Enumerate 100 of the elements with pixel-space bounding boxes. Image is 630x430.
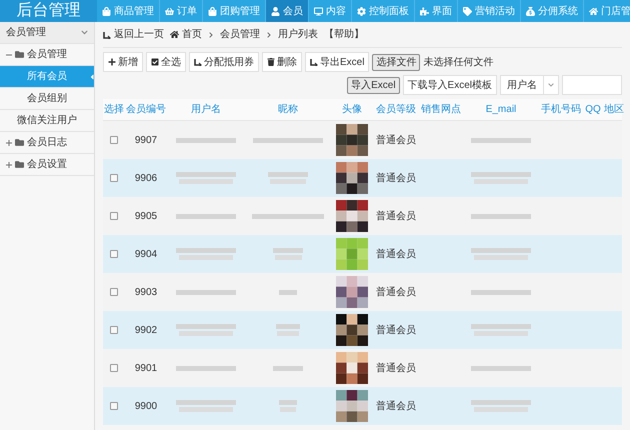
template-download-button[interactable]: 下载导入Excel模板 <box>402 75 497 95</box>
sidebar-item[interactable]: 会员组别 <box>0 88 94 110</box>
folder-icon <box>15 50 24 59</box>
column-header: 销售网点 <box>420 102 462 117</box>
settings-icon <box>357 6 366 16</box>
table-cell-text: 9900 <box>134 400 158 414</box>
column-header: 选择 <box>103 102 125 117</box>
chevron-down-icon <box>81 29 88 36</box>
row-checkbox[interactable] <box>110 174 118 182</box>
blurred-text <box>253 138 323 142</box>
row-checkbox[interactable] <box>110 288 118 296</box>
blurred-text <box>279 400 297 412</box>
bag-icon <box>102 6 111 16</box>
table-cell-text: 普通会员 <box>375 400 417 414</box>
toolbar-button[interactable]: 删除 <box>262 52 302 72</box>
breadcrumb-link[interactable]: 会员管理 <box>220 27 260 42</box>
table-cell-text: 9903 <box>134 286 158 300</box>
chevron-right-icon <box>208 32 214 38</box>
blurred-text <box>176 214 236 218</box>
corner-arrow-icon <box>103 30 111 38</box>
blurred-text <box>273 248 303 260</box>
tree-item[interactable]: 会员设置 <box>0 154 94 176</box>
help-link[interactable]: 【帮助】 <box>324 27 364 42</box>
basket-icon <box>165 6 174 16</box>
import-button[interactable]: 导入Excel <box>347 76 400 94</box>
blurred-text <box>471 290 531 294</box>
table-cell-text: 普通会员 <box>375 324 417 338</box>
row-checkbox[interactable] <box>110 402 118 410</box>
blurred-text <box>471 172 531 184</box>
breadcrumb-link[interactable]: 用户列表 <box>278 27 318 42</box>
monitor-icon <box>314 6 323 16</box>
chevron-down-icon <box>548 82 554 88</box>
toolbar-button[interactable]: 分配抵用券 <box>189 52 259 72</box>
table-cell-text: 9905 <box>134 210 158 224</box>
sidebar-item[interactable]: 微信关注用户 <box>0 110 94 132</box>
blurred-text <box>471 400 531 412</box>
blurred-text <box>176 400 236 412</box>
toolbar-button[interactable]: 导出Excel <box>305 52 370 72</box>
search-select[interactable]: 用户名 <box>500 75 559 95</box>
column-header: 用户名 <box>190 102 222 117</box>
toolbar-button[interactable]: 全选 <box>146 52 186 72</box>
blurred-text <box>276 324 300 336</box>
blurred-text <box>471 214 531 218</box>
sidebar-header: 会员管理 <box>6 26 46 40</box>
plus-icon <box>6 140 12 146</box>
blurred-text <box>273 366 303 370</box>
column-header: 昵称 <box>277 103 299 117</box>
back-link[interactable]: 返回上一页 <box>103 27 164 42</box>
minus-icon <box>6 52 12 58</box>
row-checkbox[interactable] <box>110 326 118 334</box>
folder-icon <box>15 160 24 169</box>
table-cell-text: 普通会员 <box>375 362 417 376</box>
money-bag-icon <box>526 6 535 16</box>
bag-icon <box>208 6 217 16</box>
search-field[interactable] <box>562 75 622 95</box>
blurred-text <box>279 290 297 294</box>
blurred-text <box>471 138 531 142</box>
plus-icon <box>108 58 116 66</box>
table-cell-text: 9906 <box>134 172 158 186</box>
column-header: 地区 <box>603 102 625 117</box>
plus-icon <box>6 162 12 168</box>
table-cell-text: 9904 <box>134 248 158 262</box>
folder-icon <box>15 138 24 147</box>
chevron-right-icon <box>266 32 272 38</box>
file-choose-button[interactable]: 选择文件 <box>372 54 420 70</box>
blurred-text <box>268 172 308 184</box>
blurred-text <box>471 366 531 370</box>
column-header: 会员编号 <box>125 102 167 117</box>
home-icon <box>170 30 179 39</box>
table-cell-text: 9902 <box>134 324 158 338</box>
row-checkbox[interactable] <box>110 136 118 144</box>
home-icon <box>589 6 598 16</box>
blurred-text <box>176 366 236 370</box>
column-header: 会员等级 <box>375 103 417 117</box>
row-checkbox[interactable] <box>110 250 118 258</box>
row-checkbox[interactable] <box>110 364 118 372</box>
column-header: 头像 <box>341 102 363 117</box>
tag-icon <box>463 6 472 16</box>
toolbar-button[interactable]: 新增 <box>103 52 143 72</box>
trash-icon <box>267 58 275 66</box>
table-cell-text: 普通会员 <box>375 172 417 186</box>
blurred-text <box>176 172 236 184</box>
column-header: QQ <box>584 103 602 117</box>
row-checkbox[interactable] <box>110 212 118 220</box>
blurred-text <box>176 290 236 294</box>
table-cell-text: 9907 <box>134 134 158 148</box>
table-cell-text: 普通会员 <box>375 210 417 224</box>
blurred-text <box>471 248 531 260</box>
tree-item[interactable]: 会员日志 <box>0 132 94 154</box>
table-cell-text: 普通会员 <box>375 286 417 300</box>
breadcrumb-link[interactable]: 首页 <box>170 27 202 42</box>
column-header: E_mail <box>484 103 518 117</box>
table-cell-text: 9901 <box>134 362 158 376</box>
column-header: 手机号码 <box>540 102 582 117</box>
blurred-text <box>176 138 236 142</box>
logo: 后台管理 <box>0 0 97 22</box>
corner-arrow-icon <box>194 58 202 66</box>
checkbox-icon <box>151 58 159 66</box>
corner-arrow-icon <box>310 58 318 66</box>
nav-item[interactable]: 会员 <box>266 0 309 22</box>
